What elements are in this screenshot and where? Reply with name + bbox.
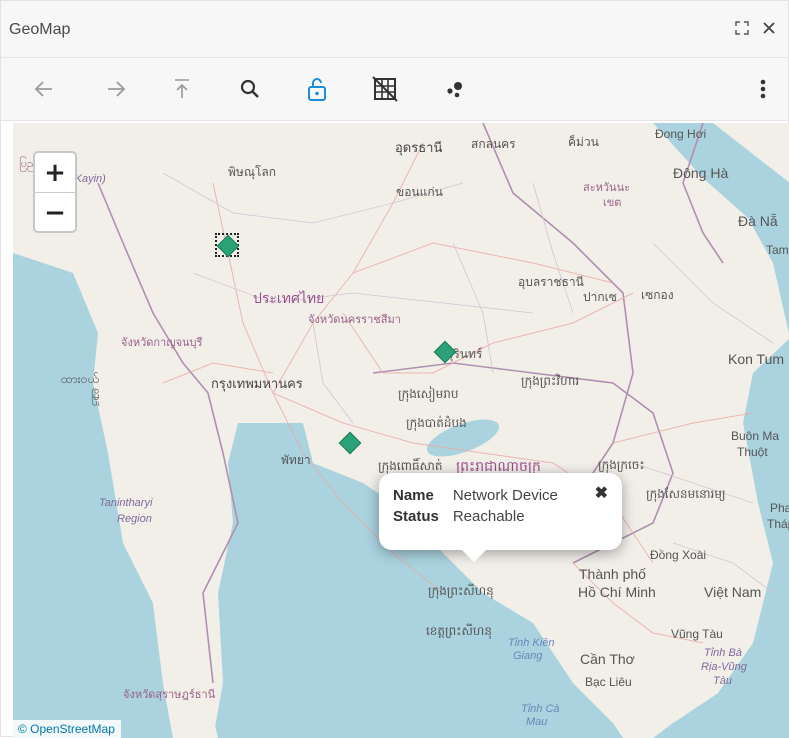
place-label: Phan R <box>770 501 789 515</box>
place-label: เซกอง <box>641 288 674 302</box>
place-label: ក្រុងសៀមរាប <box>398 387 459 401</box>
place-label: Region <box>117 513 152 525</box>
place-label: จังหวัดกาญจนบุรี <box>121 337 203 349</box>
place-label: พัทยา <box>281 453 311 467</box>
place-label: ក្រុងសែនមនោរម្យ <box>646 487 726 501</box>
popup-tip <box>461 549 487 562</box>
zoom-control: + − <box>33 151 77 233</box>
place-label: Đồng Xoài <box>650 548 707 562</box>
place-label: ក្រុងព្រះសីហនុ <box>428 584 494 598</box>
popup-key: Name <box>393 487 434 504</box>
place-label: Thuột <box>737 445 768 459</box>
place-label: Tàu <box>713 675 732 687</box>
map-base-layer <box>13 123 789 738</box>
more-menu-button[interactable] <box>746 72 780 106</box>
place-label: ထားဝယ် <box>61 372 99 386</box>
place-label: จังหวัดสุราษฎร์ธานี <box>123 689 216 701</box>
place-label: พิษณุโลก <box>228 165 277 179</box>
place-label: Việt Nam <box>704 584 762 600</box>
close-icon[interactable] <box>759 17 779 39</box>
place-label: မြို <box>91 389 100 403</box>
place-label: Buôn Ma <box>731 429 780 443</box>
place-label: Giang <box>513 650 543 662</box>
popup-key: Status <box>393 508 439 525</box>
place-label: Tỉnh Cà <box>521 703 560 715</box>
place-label: Tam <box>766 243 789 257</box>
arrow-top-icon <box>175 79 189 98</box>
place-label: Vũng Tàu <box>671 627 723 641</box>
place-label: ក្រុងព្រះវិហារ <box>521 374 580 388</box>
popup-value: Network Device <box>452 487 558 504</box>
place-label: สกลนคร <box>471 137 516 151</box>
popup-close-icon[interactable]: ✖ <box>595 483 608 503</box>
place-label: Mau <box>526 716 548 728</box>
device-popup: Name Network Device Status Reachable ✖ <box>379 473 622 562</box>
popup-row-status: Status Reachable <box>393 508 558 529</box>
popup-details: Name Network Device Status Reachable <box>393 487 558 529</box>
place-label: Tanintharyi <box>99 497 153 509</box>
place-label: Thành phố <box>579 566 646 582</box>
arrow-right-icon <box>108 81 126 97</box>
place-label: เขต <box>603 197 622 209</box>
place-label: Đong Hơi <box>655 127 707 141</box>
attribution-link[interactable]: © OpenStreetMap <box>13 720 121 738</box>
window-title: GeoMap <box>9 21 71 38</box>
place-label: ค็ม่วน <box>568 135 599 149</box>
place-label: จังหวัดนครราชสีมา <box>308 314 401 326</box>
place-label: Tỉnh Bà <box>704 647 742 659</box>
search-button[interactable] <box>233 72 267 106</box>
search-icon <box>240 79 259 98</box>
place-label: Tháp C <box>767 517 789 531</box>
place-label: กรุงเทพมหานคร <box>211 376 303 391</box>
place-label: Hồ Chí Minh <box>578 584 656 600</box>
cluster-icon <box>447 82 462 98</box>
lock-button[interactable] <box>300 72 334 106</box>
place-label: Cần Thơ <box>580 651 635 667</box>
place-label: Bạc Liêu <box>585 675 632 689</box>
place-label: Tỉnh Kiên <box>508 637 555 649</box>
place-label: อุบลราชธานี <box>518 275 584 289</box>
place-label: ประเทศไทย <box>253 290 325 306</box>
place-label: ក្រុងបាត់ដំបង <box>406 416 467 430</box>
place-label: ปากเซ <box>583 290 617 304</box>
back-button[interactable] <box>27 72 61 106</box>
place-label: อุดรธานี <box>395 140 443 155</box>
place-label: Đông Hà <box>673 165 729 181</box>
popup-value: Reachable <box>452 508 525 525</box>
map-toolbar <box>1 58 788 121</box>
place-label: Rịa-Vũng <box>701 661 747 673</box>
place-label: ขอนแก่น <box>396 185 443 199</box>
grid-toggle-button[interactable] <box>368 72 402 106</box>
geomap-panel: GeoMap อุดรธานี สกลนคร ค็ม่วน Đong Hơi (… <box>0 0 789 738</box>
more-vertical-icon <box>760 79 766 99</box>
map-viewport[interactable]: อุดรธานีสกลนครค็ม่วนĐong Hơiပြည်ပြည်(Kay… <box>13 123 789 738</box>
zoom-out-button[interactable]: − <box>35 193 75 231</box>
title-bar: GeoMap <box>1 1 788 58</box>
popup-row-name: Name Network Device <box>393 487 558 508</box>
place-label: Đà Nẵ <box>738 213 778 229</box>
cluster-button[interactable] <box>438 72 472 106</box>
place-label: Kon Tum <box>728 351 785 367</box>
top-button[interactable] <box>165 72 199 106</box>
expand-icon[interactable] <box>732 17 752 39</box>
arrow-left-icon <box>34 81 52 97</box>
zoom-in-button[interactable]: + <box>35 153 75 193</box>
unlock-icon <box>308 78 326 101</box>
grid-off-icon <box>372 76 398 102</box>
forward-button[interactable] <box>99 72 133 106</box>
place-label: ខេត្តព្រះសីហនុ <box>426 624 492 638</box>
